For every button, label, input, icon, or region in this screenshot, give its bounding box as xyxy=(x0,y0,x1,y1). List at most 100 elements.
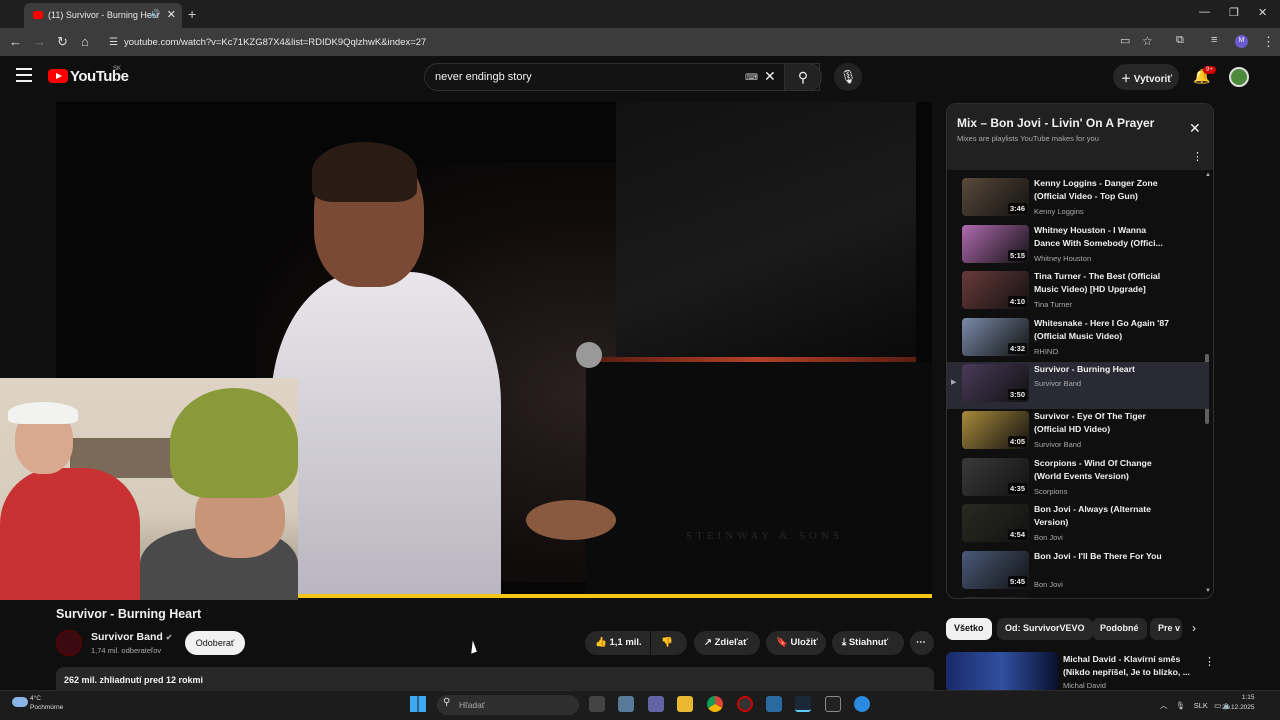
language-indicator[interactable]: SLK xyxy=(1194,701,1208,710)
reload-icon[interactable]: ↻ xyxy=(57,34,68,50)
tray-chevron-icon[interactable]: ︿ xyxy=(1160,701,1168,710)
app-icon-2[interactable] xyxy=(766,696,782,712)
playlist-thumbnail[interactable]: 5:45 xyxy=(962,550,1029,589)
playlist-thumbnail[interactable]: 3:46 xyxy=(962,178,1029,216)
menu-icon[interactable] xyxy=(16,68,32,82)
playlist-item-title[interactable]: Bon Jovi - Always (Alternate Version) xyxy=(1034,503,1174,529)
create-button[interactable]: ＋ Vytvoriť xyxy=(1113,64,1179,90)
playlist-item-title[interactable]: Whitney Houston - I Wanna Dance With Som… xyxy=(1034,224,1174,250)
app-icon-3[interactable] xyxy=(825,696,841,712)
maximize-button[interactable]: ❐ xyxy=(1229,6,1239,19)
media-icon[interactable]: ≡ xyxy=(1211,34,1217,46)
voice-search-button[interactable]: 🎙 xyxy=(834,63,862,91)
chip-related[interactable]: Podobné xyxy=(1092,618,1147,640)
playlist-thumbnail[interactable]: 4:10 xyxy=(962,271,1029,310)
browser-menu-icon[interactable]: ⋮ xyxy=(1262,34,1275,50)
playlist-item[interactable]: 4:32 Whitesnake - Here I Go Again '87 (Of… xyxy=(947,316,1209,363)
playlist-item-title[interactable]: Bon Jovi - I'll Be There For You xyxy=(1034,550,1174,563)
home-icon[interactable]: ⌂ xyxy=(81,34,89,49)
site-info-icon[interactable]: ☰ xyxy=(109,37,118,48)
playlist-item-title[interactable]: Tina Turner - The Best (Official Music V… xyxy=(1034,270,1174,296)
file-explorer-icon[interactable] xyxy=(677,696,693,712)
clear-search-icon[interactable]: ✕ xyxy=(764,68,776,85)
chevron-right-icon[interactable]: › xyxy=(1192,621,1196,635)
network-icon[interactable]: ▭ xyxy=(1214,701,1221,710)
weather-cloud-icon[interactable] xyxy=(12,697,28,707)
playlist-item[interactable]: 5:45 Bon Jovi - I'll Be There For You Bon … xyxy=(947,549,1209,596)
playlist-item-title[interactable]: Survivor - Eye Of The Tiger (Official HD… xyxy=(1034,410,1174,436)
download-button[interactable]: ⤓ Stiahnuť xyxy=(832,631,904,655)
obs-icon[interactable] xyxy=(737,696,753,712)
playlist-item-title[interactable]: Kenny Loggins - Danger Zone (Official Vi… xyxy=(1034,177,1174,203)
search-button[interactable]: ⚲ xyxy=(784,63,822,91)
profile-icon[interactable]: M xyxy=(1235,35,1248,48)
account-avatar[interactable] xyxy=(1229,67,1249,87)
playlist-item[interactable]: 4:35 Scorpions - Wind Of Change (World Ev… xyxy=(947,456,1209,503)
playlist-item[interactable]: 5:15 Whitney Houston - I Wanna Dance With… xyxy=(947,223,1209,270)
window-close-button[interactable]: ✕ xyxy=(1258,6,1267,19)
playlist-thumbnail[interactable]: 4:05 xyxy=(962,411,1029,449)
task-view-icon[interactable] xyxy=(589,696,605,712)
recommended-thumbnail[interactable] xyxy=(946,652,1058,692)
playlist-thumbnail[interactable]: 3:50 xyxy=(962,364,1029,403)
recommended-channel[interactable]: Michal David xyxy=(1063,681,1106,690)
audio-playing-icon[interactable]: 🔊 xyxy=(150,9,160,18)
playlist-thumbnail[interactable]: 4:35 xyxy=(962,457,1029,496)
chip-all[interactable]: Všetko xyxy=(946,618,992,640)
like-button[interactable]: 👍 1,1 mil. xyxy=(585,631,650,655)
subscribe-button[interactable]: Odoberať xyxy=(185,631,245,655)
taskbar-clock[interactable]: 1:15 21.12.2025 xyxy=(1222,693,1255,713)
app-icon-1[interactable] xyxy=(618,696,634,712)
playlist-menu-icon[interactable]: ⋮ xyxy=(1192,150,1203,163)
browser-tab[interactable]: (11) Survivor - Burning Hear 🔊 ✕ xyxy=(24,3,182,28)
extensions-icon[interactable]: ⧉ xyxy=(1176,34,1184,47)
keyboard-icon[interactable]: ⌨ xyxy=(745,72,758,83)
playlist-thumbnail[interactable]: 4:32 xyxy=(962,317,1029,356)
windows-start-icon[interactable] xyxy=(410,696,426,712)
more-actions-button[interactable]: ⋯ xyxy=(910,631,934,655)
channel-avatar[interactable] xyxy=(56,630,82,656)
playlist-item-title[interactable]: Scorpions - Wind Of Change (World Events… xyxy=(1034,457,1174,483)
new-tab-button[interactable]: + xyxy=(188,6,196,22)
playlist-thumbnail[interactable] xyxy=(962,597,1029,598)
playlist-item[interactable]: 4:54 Bon Jovi - Always (Alternate Version… xyxy=(947,502,1209,549)
playlist-close-icon[interactable]: ✕ xyxy=(1189,120,1201,137)
steam-icon[interactable] xyxy=(795,696,811,712)
video-progress-bar[interactable] xyxy=(298,594,932,598)
playlist-item-title[interactable]: Whitesnake - Here I Go Again '87 (Offici… xyxy=(1034,317,1174,343)
recommended-title[interactable]: Michal David - Klavírní směs (Nikdo nepř… xyxy=(1063,653,1193,679)
bookmark-star-icon[interactable]: ☆ xyxy=(1142,34,1153,48)
playlist-thumbnail[interactable]: 5:15 xyxy=(962,224,1029,263)
url-field[interactable]: youtube.com/watch?v=Kc71KZG87X4&list=RDI… xyxy=(124,37,426,48)
tab-close-icon[interactable]: ✕ xyxy=(167,8,176,21)
playlist-item[interactable]: 4:10 Tina Turner - The Best (Official Mus… xyxy=(947,269,1209,316)
playlist-title[interactable]: Mix – Bon Jovi - Livin' On A Prayer xyxy=(957,116,1154,130)
minimize-button[interactable]: — xyxy=(1199,6,1210,18)
channel-name[interactable]: Survivor Band ✔ xyxy=(91,631,172,643)
channel-name-text: Survivor Band xyxy=(91,631,163,643)
weather-widget[interactable]: 4°C Pochmúrne xyxy=(30,694,63,712)
teams-icon[interactable] xyxy=(648,696,664,712)
playlist-item[interactable]: AC/DC - Thunderstruck xyxy=(947,595,1209,598)
chrome-icon[interactable] xyxy=(707,696,723,712)
playlist-item[interactable]: 3:46 Kenny Loggins - Danger Zone (Officia… xyxy=(947,176,1209,223)
search-input[interactable]: never endingb story xyxy=(424,63,820,91)
youtube-logo-icon[interactable] xyxy=(48,69,68,83)
playlist-thumbnail[interactable]: 4:54 xyxy=(962,504,1029,543)
share-button[interactable]: ↗ Zdieľať xyxy=(694,631,760,655)
playlist-item-title[interactable]: Survivor - Burning Heart xyxy=(1034,363,1174,376)
chip-from-channel[interactable]: Od: SurvivorVEVO xyxy=(997,618,1093,640)
taskbar-search[interactable]: Hľadať xyxy=(437,695,579,715)
app-icon-4[interactable] xyxy=(854,696,870,712)
forward-icon[interactable]: → xyxy=(33,34,46,49)
chip-for-you[interactable]: Pre v xyxy=(1150,618,1182,640)
playlist-item-title[interactable]: AC/DC - Thunderstruck xyxy=(1034,596,1174,598)
back-icon[interactable]: ← xyxy=(9,34,22,49)
playlist-item[interactable]: ▶ 3:50 Survivor - Burning Heart Survivor Ba… xyxy=(947,362,1209,410)
save-button[interactable]: 🔖 Uložiť xyxy=(766,631,826,655)
mic-tray-icon[interactable]: 🎙 xyxy=(1176,701,1186,710)
cast-icon[interactable]: ▭ xyxy=(1120,34,1130,47)
recommended-menu-icon[interactable]: ⋮ xyxy=(1204,655,1215,668)
playlist-item[interactable]: 4:05 Survivor - Eye Of The Tiger (Officia… xyxy=(947,409,1209,456)
dislike-button[interactable]: 👎 xyxy=(651,631,687,655)
